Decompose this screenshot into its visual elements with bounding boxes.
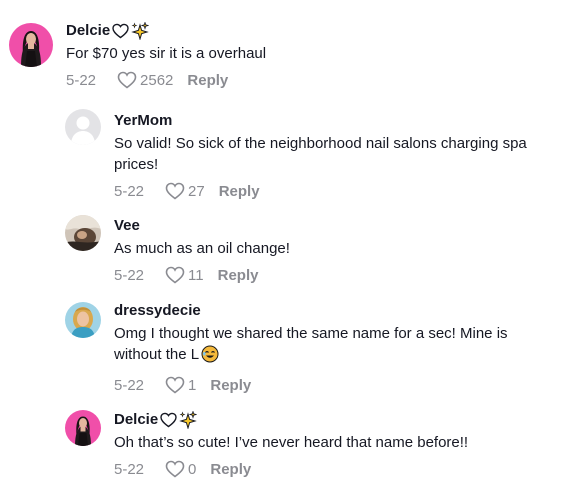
default-avatar-icon [65, 109, 101, 145]
avatar[interactable] [65, 410, 101, 446]
laughing-face-emoji [201, 345, 219, 369]
comment-date: 5-22 [66, 71, 97, 89]
name-row: Vee [114, 217, 569, 235]
username[interactable]: YerMom [114, 112, 172, 130]
comment-body: dressydecie Omg I thought we shared the … [114, 302, 569, 395]
comment-text: As much as an oil change! [114, 240, 290, 257]
heart-outline-icon [165, 266, 185, 284]
reply-button[interactable]: Reply [210, 461, 251, 478]
like-count: 1 [188, 376, 197, 394]
name-badges [160, 411, 198, 429]
comment-date: 5-22 [114, 266, 145, 284]
avatar[interactable] [65, 215, 101, 251]
avatar[interactable] [65, 302, 101, 338]
heart-outline-icon [165, 182, 185, 200]
heart-outline-icon [160, 412, 177, 428]
comment-body: Delcie Oh that’s so cute! I’ve never hea… [114, 411, 569, 479]
comment-text-line: without the L [114, 346, 200, 363]
like-button[interactable]: 1 [165, 376, 196, 394]
sparkles-icon [131, 22, 150, 40]
reply-button[interactable]: Reply [219, 183, 260, 200]
comment-item: Delcie For $70 yes sir it is a overhaul … [0, 0, 579, 100]
heart-outline-icon [165, 460, 185, 478]
like-button[interactable]: 27 [165, 182, 205, 200]
reply-button[interactable]: Reply [187, 72, 228, 89]
reply-button[interactable]: Reply [218, 267, 259, 284]
reply-item: Vee As much as an oil change! 5-22 11 Re… [0, 203, 579, 288]
like-button[interactable]: 2562 [117, 71, 173, 89]
name-row: Delcie [114, 411, 569, 429]
profile-photo [65, 215, 101, 251]
name-row: YerMom [114, 112, 569, 130]
username[interactable]: dressydecie [114, 302, 201, 320]
comment-date: 5-22 [114, 182, 145, 200]
heart-outline-icon [112, 23, 129, 39]
comment-text: For $70 yes sir it is a overhaul [66, 45, 267, 62]
comment-text-line: Omg I thought we shared the same name fo… [114, 325, 508, 342]
reply-item: YerMom So valid! So sick of the neighbor… [0, 100, 579, 203]
comment-body: Delcie For $70 yes sir it is a overhaul … [66, 22, 566, 90]
username[interactable]: Delcie [114, 411, 158, 429]
comment-text: So valid! So sick of the neighborhood na… [114, 135, 531, 173]
comment-text: Oh that’s so cute! I’ve never heard that… [114, 434, 469, 451]
comment-meta: 5-22 0 Reply [114, 459, 569, 479]
like-count: 0 [188, 460, 197, 478]
like-count: 11 [188, 266, 204, 284]
reply-item: Delcie Oh that’s so cute! I’ve never hea… [0, 398, 579, 488]
profile-photo-dark-hair [65, 410, 101, 446]
comment-meta: 5-22 11 Reply [114, 265, 569, 285]
heart-outline-icon [165, 376, 185, 394]
like-count: 2562 [140, 71, 174, 89]
comment-meta: 5-22 2562 Reply [66, 70, 566, 90]
comment-body: YerMom So valid! So sick of the neighbor… [114, 112, 569, 201]
comment-date: 5-22 [114, 376, 145, 394]
reply-item: dressydecie Omg I thought we shared the … [0, 288, 579, 398]
like-button[interactable]: 0 [165, 460, 196, 478]
name-row: Delcie [66, 22, 566, 40]
comment-meta: 5-22 1 Reply [114, 375, 569, 395]
username[interactable]: Vee [114, 217, 140, 235]
profile-photo-dark-hair [9, 23, 53, 67]
username[interactable]: Delcie [66, 22, 110, 40]
name-row: dressydecie [114, 302, 569, 320]
like-count: 27 [188, 182, 205, 200]
name-badges [112, 22, 150, 40]
sparkles-icon [179, 411, 198, 429]
avatar[interactable] [65, 109, 101, 145]
comment-text: Omg I thought we shared the same name fo… [114, 323, 569, 369]
comment-meta: 5-22 27 Reply [114, 181, 569, 201]
like-button[interactable]: 11 [165, 266, 204, 284]
comment-date: 5-22 [114, 460, 145, 478]
comment-body: Vee As much as an oil change! 5-22 11 Re… [114, 217, 569, 285]
reply-button[interactable]: Reply [210, 377, 251, 394]
heart-outline-icon [117, 71, 137, 89]
profile-photo [65, 302, 101, 338]
avatar[interactable] [9, 23, 53, 67]
